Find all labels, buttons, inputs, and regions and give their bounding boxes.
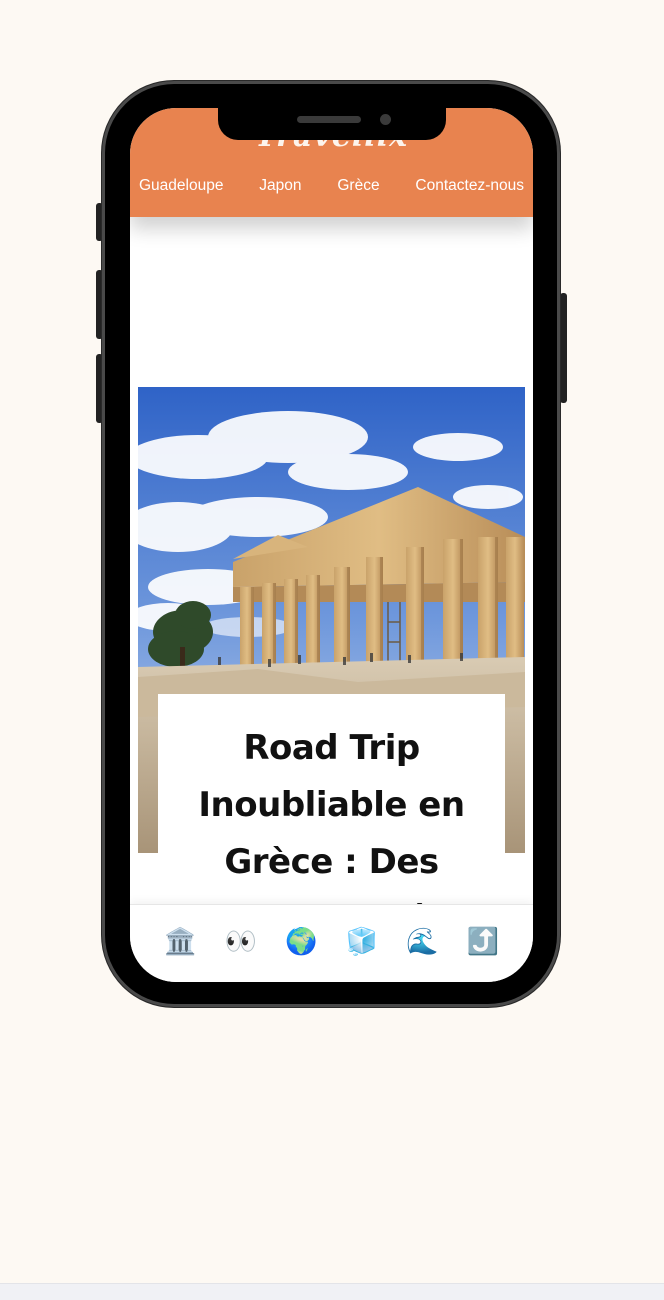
ice-cube-icon[interactable]: 🧊 [344,927,380,957]
nav-link-contact[interactable]: Contactez-nous [415,177,524,195]
arrow-up-right-icon[interactable]: ⤴️ [465,927,501,957]
nav-link-guadeloupe[interactable]: Guadeloupe [139,177,223,195]
globe-icon[interactable]: 🌍 [283,927,319,957]
nav-link-japon[interactable]: Japon [259,177,301,195]
classical-building-icon[interactable]: 🏛️ [162,927,198,957]
phone-notch [218,108,446,140]
browser-bottom-strip [0,1283,664,1300]
bottom-action-bar: 🏛️ 👀 🌍 🧊 🌊 ⤴️ [130,904,533,982]
main-nav: Guadeloupe Japon Grèce Contactez-nous [130,177,533,195]
front-camera [380,114,391,125]
wave-icon[interactable]: 🌊 [404,927,440,957]
nav-link-grece[interactable]: Grèce [337,177,379,195]
speaker-grille [297,116,361,123]
eyes-icon[interactable]: 👀 [223,927,259,957]
phone-power-button [560,293,567,403]
phone-screen: Travellix Guadeloupe Japon Grèce Contact… [130,108,533,982]
